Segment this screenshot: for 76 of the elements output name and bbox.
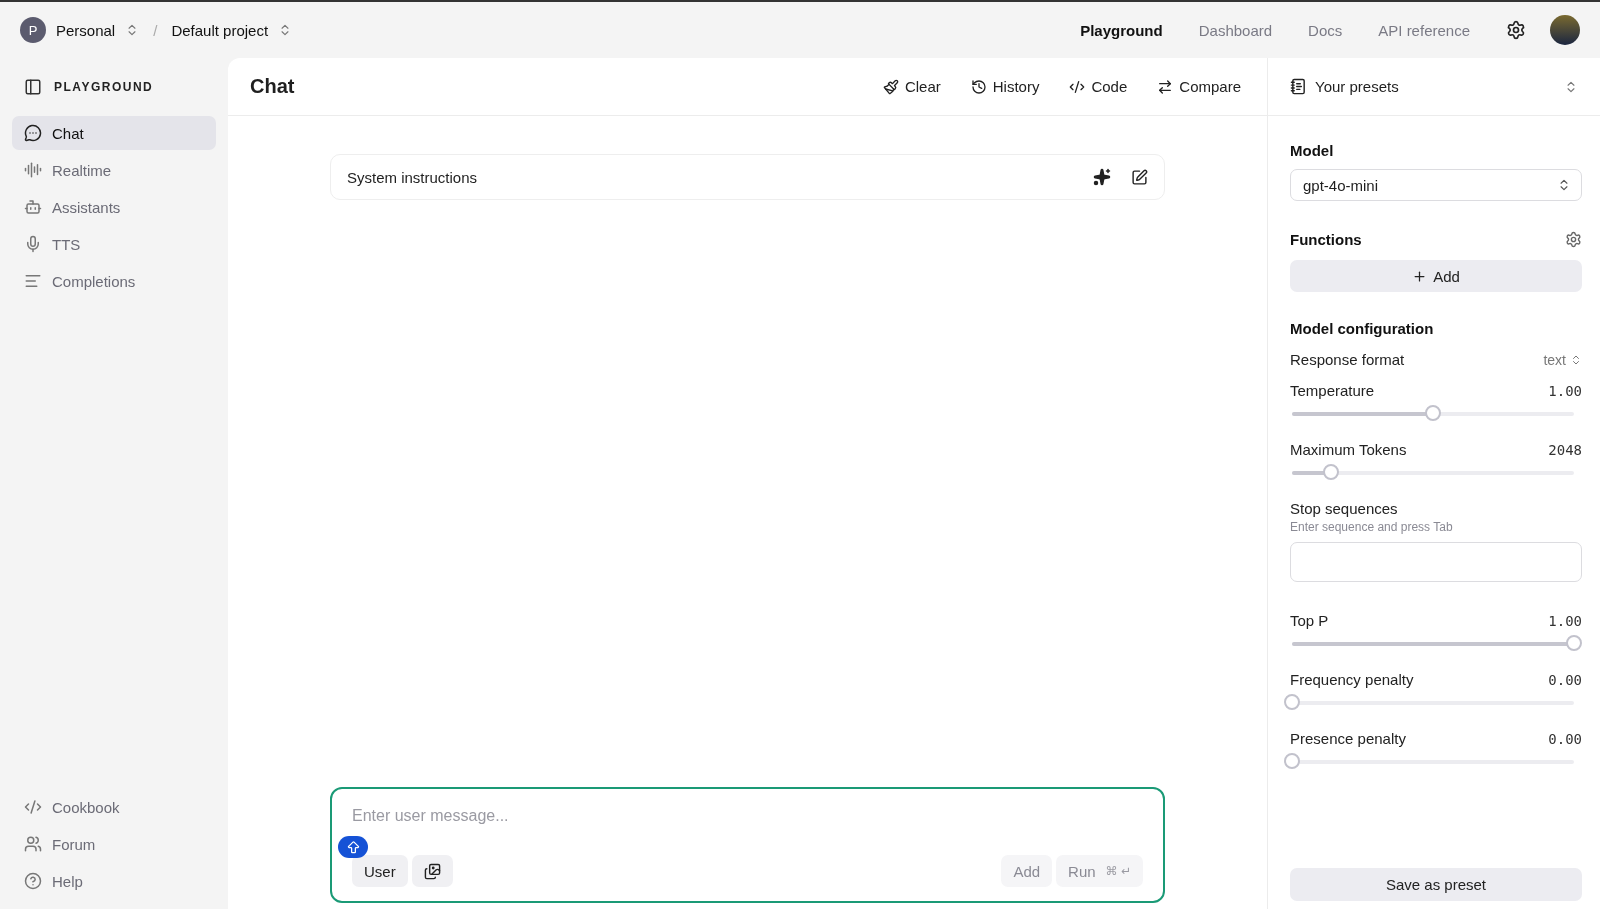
slider-value: 2048 [1548, 441, 1582, 458]
keyboard-shortcut: ⌘ ↵ [1105, 864, 1131, 878]
microphone-icon [24, 235, 42, 253]
slider-thumb[interactable] [1284, 753, 1300, 769]
slider-label: Temperature [1290, 382, 1375, 399]
save-preset-button[interactable]: Save as preset [1290, 868, 1582, 901]
code-icon [24, 798, 42, 816]
plus-icon [1412, 268, 1428, 284]
slider-value: 1.00 [1548, 382, 1582, 399]
top-nav-link[interactable]: Dashboard [1198, 21, 1273, 39]
stop-sequences-label: Stop sequences [1290, 500, 1399, 517]
slider-thumb[interactable] [1323, 464, 1340, 480]
slider-label: Maximum Tokens [1290, 441, 1407, 458]
toolbar-button[interactable]: Compare [1153, 74, 1245, 99]
response-format-select[interactable]: text [1543, 351, 1582, 368]
presets-title[interactable]: Your presets [1315, 78, 1556, 95]
top-nav-link[interactable]: Docs [1308, 21, 1343, 39]
up-arrow-badge-icon[interactable] [338, 836, 368, 858]
slider-value: 0.00 [1548, 671, 1582, 688]
breadcrumb-separator: / [153, 21, 158, 39]
sidebar-item[interactable]: Chat [12, 116, 216, 150]
sidebar-link[interactable]: Help [12, 864, 216, 898]
stop-sequences-hint: Enter sequence and press Tab [1290, 520, 1454, 534]
notebook-icon [1290, 78, 1307, 95]
model-label: Model [1290, 142, 1335, 159]
slider-value: 0.00 [1548, 730, 1582, 747]
audio-wave-icon [24, 161, 42, 179]
section-title: Model configuration [1290, 320, 1435, 337]
code-icon [1069, 78, 1086, 95]
toolbar-button[interactable]: History [966, 74, 1044, 99]
sidebar-panel-icon[interactable] [24, 78, 42, 96]
functions-label: Functions [1290, 231, 1362, 248]
system-instructions-card[interactable]: System instructions [330, 154, 1165, 200]
user-avatar[interactable] [1550, 15, 1580, 45]
chevrons-icon [1570, 353, 1582, 366]
sidebar-link[interactable]: Cookbook [12, 790, 216, 824]
settings-icon[interactable] [1506, 20, 1526, 40]
edit-icon[interactable] [1131, 168, 1148, 186]
sparkles-icon[interactable] [1093, 168, 1111, 186]
slider-label: Top P [1290, 612, 1329, 629]
chat-bubble-icon [24, 124, 42, 142]
org-name[interactable]: Personal [56, 21, 116, 39]
response-format-label: Response format [1290, 351, 1405, 368]
slider-thumb[interactable] [1425, 405, 1441, 421]
slider-label: Presence penalty [1290, 730, 1406, 747]
slider-value: 1.00 [1548, 612, 1582, 629]
history-icon [970, 78, 987, 95]
sidebar-item[interactable]: Assistants [12, 190, 216, 224]
image-button[interactable] [411, 855, 453, 887]
arrows-icon [1157, 78, 1174, 95]
model-select[interactable]: gpt-4o-mini [1290, 169, 1582, 201]
add-function-button[interactable]: Add [1290, 260, 1582, 292]
sidebar-title: PLAYGROUND [54, 80, 154, 94]
lines-icon [24, 272, 42, 290]
sidebar-link[interactable]: Forum [12, 827, 216, 861]
sidebar-item[interactable]: TTS [12, 227, 216, 261]
sidebar-item[interactable]: Realtime [12, 153, 216, 187]
help-icon [24, 872, 42, 890]
toolbar-button[interactable]: Code [1065, 74, 1132, 99]
brush-icon [882, 78, 899, 95]
top-nav-link[interactable]: Playground [1080, 21, 1163, 39]
org-avatar[interactable]: P [20, 17, 46, 43]
slider-thumb[interactable] [1566, 635, 1582, 651]
robot-icon [24, 198, 42, 216]
people-icon [24, 835, 42, 853]
sidebar-item[interactable]: Completions [12, 264, 216, 298]
page-title: Chat [250, 75, 296, 98]
project-name[interactable]: Default project [171, 21, 269, 39]
top-nav-link[interactable]: API reference [1378, 21, 1470, 39]
role-button[interactable]: User [352, 855, 408, 887]
slider-label: Frequency penalty [1290, 671, 1414, 688]
toolbar-button[interactable]: Clear [878, 74, 945, 99]
images-icon [423, 862, 441, 880]
system-instructions-label: System instructions [347, 168, 479, 186]
slider-thumb[interactable] [1284, 694, 1300, 710]
stop-sequences-field[interactable] [1290, 542, 1582, 582]
